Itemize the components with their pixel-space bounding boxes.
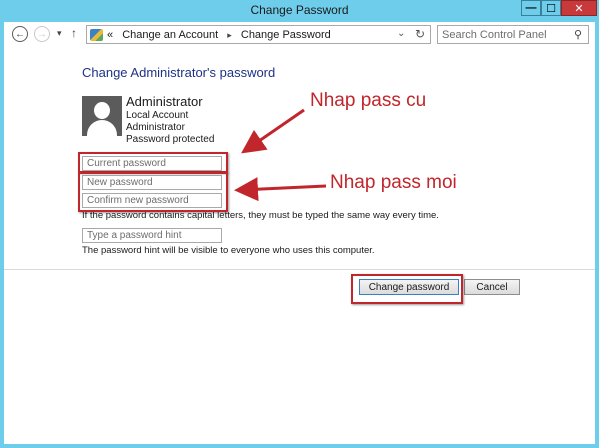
account-name: Administrator <box>126 94 203 109</box>
search-box[interactable]: ⚲ <box>437 25 589 44</box>
breadcrumb-change-password[interactable]: Change Password <box>241 29 331 41</box>
window: Change Password — ☐ ✕ ← → ▾ ↑ « Change a… <box>0 0 599 448</box>
minimize-button[interactable]: — <box>521 0 541 16</box>
search-icon[interactable]: ⚲ <box>574 28 582 41</box>
new-password-highlight <box>78 172 228 212</box>
annotation-new-password: Nhap pass moi <box>330 172 457 193</box>
breadcrumb: « Change an Account ▸ Change Password <box>107 29 331 41</box>
user-head-shape <box>94 102 110 119</box>
account-type: Local Account <box>126 110 189 121</box>
avatar <box>82 96 122 136</box>
annotation-current-password: Nhap pass cu <box>310 90 427 111</box>
maximize-button[interactable]: ☐ <box>541 0 561 16</box>
refresh-icon[interactable]: ↻ <box>415 27 425 41</box>
account-protection: Password protected <box>126 134 215 145</box>
account-group: Administrator <box>126 122 185 133</box>
divider <box>4 269 595 270</box>
close-button[interactable]: ✕ <box>561 0 597 16</box>
address-bar[interactable]: « Change an Account ▸ Change Password ⌄ … <box>86 25 431 44</box>
change-button-highlight <box>351 274 463 304</box>
window-title: Change Password <box>250 3 349 17</box>
arrow-to-new-password <box>234 177 327 202</box>
forward-arrow-icon[interactable]: → <box>34 26 50 42</box>
user-body-shape <box>87 120 117 136</box>
search-input[interactable] <box>442 28 567 41</box>
recent-locations-icon[interactable]: ▾ <box>57 28 62 39</box>
hint-note: The password hint will be visible to eve… <box>82 245 375 256</box>
navigation-bar: ← → ▾ ↑ « Change an Account ▸ Change Pas… <box>4 22 595 48</box>
address-dropdown-icon[interactable]: ⌄ <box>397 28 405 39</box>
page-title: Change Administrator's password <box>82 65 276 80</box>
breadcrumb-separator-icon[interactable]: ▸ <box>227 30 232 40</box>
client-area: ← → ▾ ↑ « Change an Account ▸ Change Pas… <box>4 22 595 444</box>
up-arrow-icon[interactable]: ↑ <box>71 26 77 40</box>
current-password-highlight <box>78 152 228 173</box>
breadcrumb-overflow-icon[interactable]: « <box>107 29 113 41</box>
control-panel-icon <box>90 29 103 41</box>
title-bar[interactable]: Change Password — ☐ ✕ <box>0 0 599 22</box>
back-arrow-icon[interactable]: ← <box>12 26 28 42</box>
password-hint-field[interactable] <box>82 228 222 243</box>
arrow-to-current-password <box>241 108 305 154</box>
cancel-button[interactable]: Cancel <box>464 279 520 295</box>
breadcrumb-change-account[interactable]: Change an Account <box>122 29 218 41</box>
